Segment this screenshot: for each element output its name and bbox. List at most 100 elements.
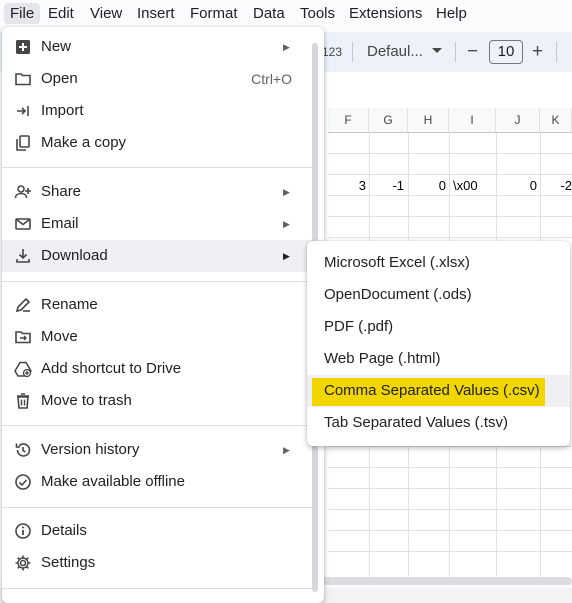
- decrease-font-size-button[interactable]: −: [467, 32, 478, 72]
- menu-item-details[interactable]: Details: [2, 515, 324, 547]
- download-tsv[interactable]: Tab Separated Values (.tsv): [307, 407, 570, 439]
- trash-icon: [14, 392, 32, 410]
- grid-line: [328, 509, 572, 510]
- menu-item-label: New: [41, 38, 72, 55]
- person-add-icon: [14, 183, 32, 201]
- mail-icon: [14, 215, 32, 233]
- menu-item-import[interactable]: Import: [2, 95, 324, 127]
- menu-edit[interactable]: Edit: [42, 3, 80, 24]
- menu-item-share[interactable]: Share ▶: [2, 176, 324, 208]
- cell-h[interactable]: 0: [408, 175, 446, 196]
- menu-item-label: Make available offline: [41, 473, 185, 490]
- menu-item-label: Add shortcut to Drive: [41, 360, 182, 377]
- menu-item-label: Download: [41, 247, 108, 264]
- number-format-button[interactable]: 123: [322, 32, 342, 72]
- menu-item-label: Email: [41, 215, 79, 232]
- menu-file[interactable]: File: [4, 3, 41, 24]
- download-icon: [14, 247, 32, 265]
- menu-item-label: Make a copy: [41, 134, 127, 151]
- submenu-arrow-icon: ▶: [283, 219, 290, 229]
- menu-divider: [2, 167, 312, 168]
- menu-item-email[interactable]: Email ▶: [2, 208, 324, 240]
- menu-extensions[interactable]: Extensions: [343, 3, 428, 24]
- menu-item-download[interactable]: Download ▶: [2, 240, 324, 272]
- cell-i[interactable]: \x00: [453, 175, 495, 196]
- menu-item-label: Details: [41, 522, 87, 539]
- menu-item-move-to-trash[interactable]: Move to trash: [2, 385, 324, 417]
- menu-item-version-history[interactable]: Version history ▶: [2, 434, 324, 466]
- menu-item-rename[interactable]: Rename: [2, 289, 324, 321]
- menu-item-label: Import: [41, 102, 84, 119]
- menu-item-label: PDF (.pdf): [324, 318, 394, 335]
- font-size-input[interactable]: 10: [489, 40, 523, 64]
- cell-f[interactable]: 3: [328, 175, 366, 196]
- menu-item-make-available-offline[interactable]: Make available offline: [2, 466, 324, 498]
- column-header-g[interactable]: G: [369, 108, 408, 133]
- grid-line: [328, 216, 572, 217]
- menu-item-label: Settings: [41, 554, 96, 571]
- column-header-f[interactable]: F: [328, 108, 369, 133]
- grid-line: [328, 488, 572, 489]
- menu-item-label: Move to trash: [41, 392, 132, 409]
- grid-line: [328, 446, 572, 447]
- menu-item-label: Web Page (.html): [324, 350, 441, 367]
- menu-data[interactable]: Data: [247, 3, 291, 24]
- menu-item-label: Open: [41, 70, 78, 87]
- increase-font-size-button[interactable]: +: [532, 32, 543, 72]
- menu-item-make-a-copy[interactable]: Make a copy: [2, 127, 324, 159]
- menu-divider: [2, 588, 312, 589]
- font-family-dropdown[interactable]: Defaul...: [367, 32, 423, 72]
- menu-item-new[interactable]: New ▶: [2, 31, 324, 63]
- cell-k[interactable]: -2: [540, 175, 572, 196]
- column-header-k[interactable]: K: [540, 108, 572, 133]
- download-submenu: Microsoft Excel (.xlsx) OpenDocument (.o…: [307, 241, 570, 446]
- grid-line: [328, 237, 572, 238]
- grid-line: [328, 530, 572, 531]
- horizontal-scrollbar[interactable]: [322, 577, 572, 585]
- submenu-arrow-icon: ▶: [283, 445, 290, 455]
- download-csv[interactable]: Comma Separated Values (.csv): [307, 375, 570, 407]
- menu-divider: [2, 507, 312, 508]
- menu-item-label: Version history: [41, 441, 140, 458]
- menu-help[interactable]: Help: [430, 3, 473, 24]
- chevron-down-icon[interactable]: [432, 48, 442, 53]
- history-icon: [14, 441, 32, 459]
- column-header-h[interactable]: H: [408, 108, 449, 133]
- submenu-arrow-icon: ▶: [283, 42, 290, 52]
- menu-item-label: Microsoft Excel (.xlsx): [324, 254, 470, 271]
- cell-g[interactable]: -1: [369, 175, 404, 196]
- toolbar-divider: [556, 42, 557, 62]
- info-icon: [14, 522, 32, 540]
- menu-tools[interactable]: Tools: [294, 3, 341, 24]
- menu-item-label: Move: [41, 328, 78, 345]
- menu-item-settings[interactable]: Settings: [2, 547, 324, 579]
- offline-check-icon: [14, 473, 32, 491]
- menu-bar: File Edit View Insert Format Data Tools …: [0, 0, 572, 27]
- menu-item-label: Tab Separated Values (.tsv): [324, 414, 508, 431]
- menu-format[interactable]: Format: [184, 3, 244, 24]
- cell-j[interactable]: 0: [496, 175, 537, 196]
- download-pdf[interactable]: PDF (.pdf): [307, 311, 570, 343]
- column-header-i[interactable]: I: [449, 108, 496, 133]
- download-html[interactable]: Web Page (.html): [307, 343, 570, 375]
- rename-pencil-icon: [14, 296, 32, 314]
- grid-line: [328, 551, 572, 552]
- file-menu: New ▶ Open Ctrl+O Import Make a copy Sha…: [2, 27, 324, 603]
- menu-item-add-shortcut[interactable]: Add shortcut to Drive: [2, 353, 324, 385]
- drive-shortcut-icon: [14, 360, 32, 378]
- submenu-arrow-icon: ▶: [283, 251, 290, 261]
- shortcut-text: Ctrl+O: [251, 71, 292, 87]
- import-arrow-icon: [14, 102, 32, 120]
- download-xlsx[interactable]: Microsoft Excel (.xlsx): [307, 247, 570, 279]
- menu-view[interactable]: View: [84, 3, 128, 24]
- menu-insert[interactable]: Insert: [131, 3, 181, 24]
- plus-square-icon: [14, 38, 32, 56]
- menu-item-move[interactable]: Move: [2, 321, 324, 353]
- menu-item-open[interactable]: Open Ctrl+O: [2, 63, 324, 95]
- column-header-j[interactable]: J: [496, 108, 540, 133]
- download-ods[interactable]: OpenDocument (.ods): [307, 279, 570, 311]
- menu-divider: [2, 281, 312, 282]
- submenu-arrow-icon: ▶: [283, 187, 290, 197]
- menu-divider: [2, 425, 312, 426]
- grid-line: [328, 467, 572, 468]
